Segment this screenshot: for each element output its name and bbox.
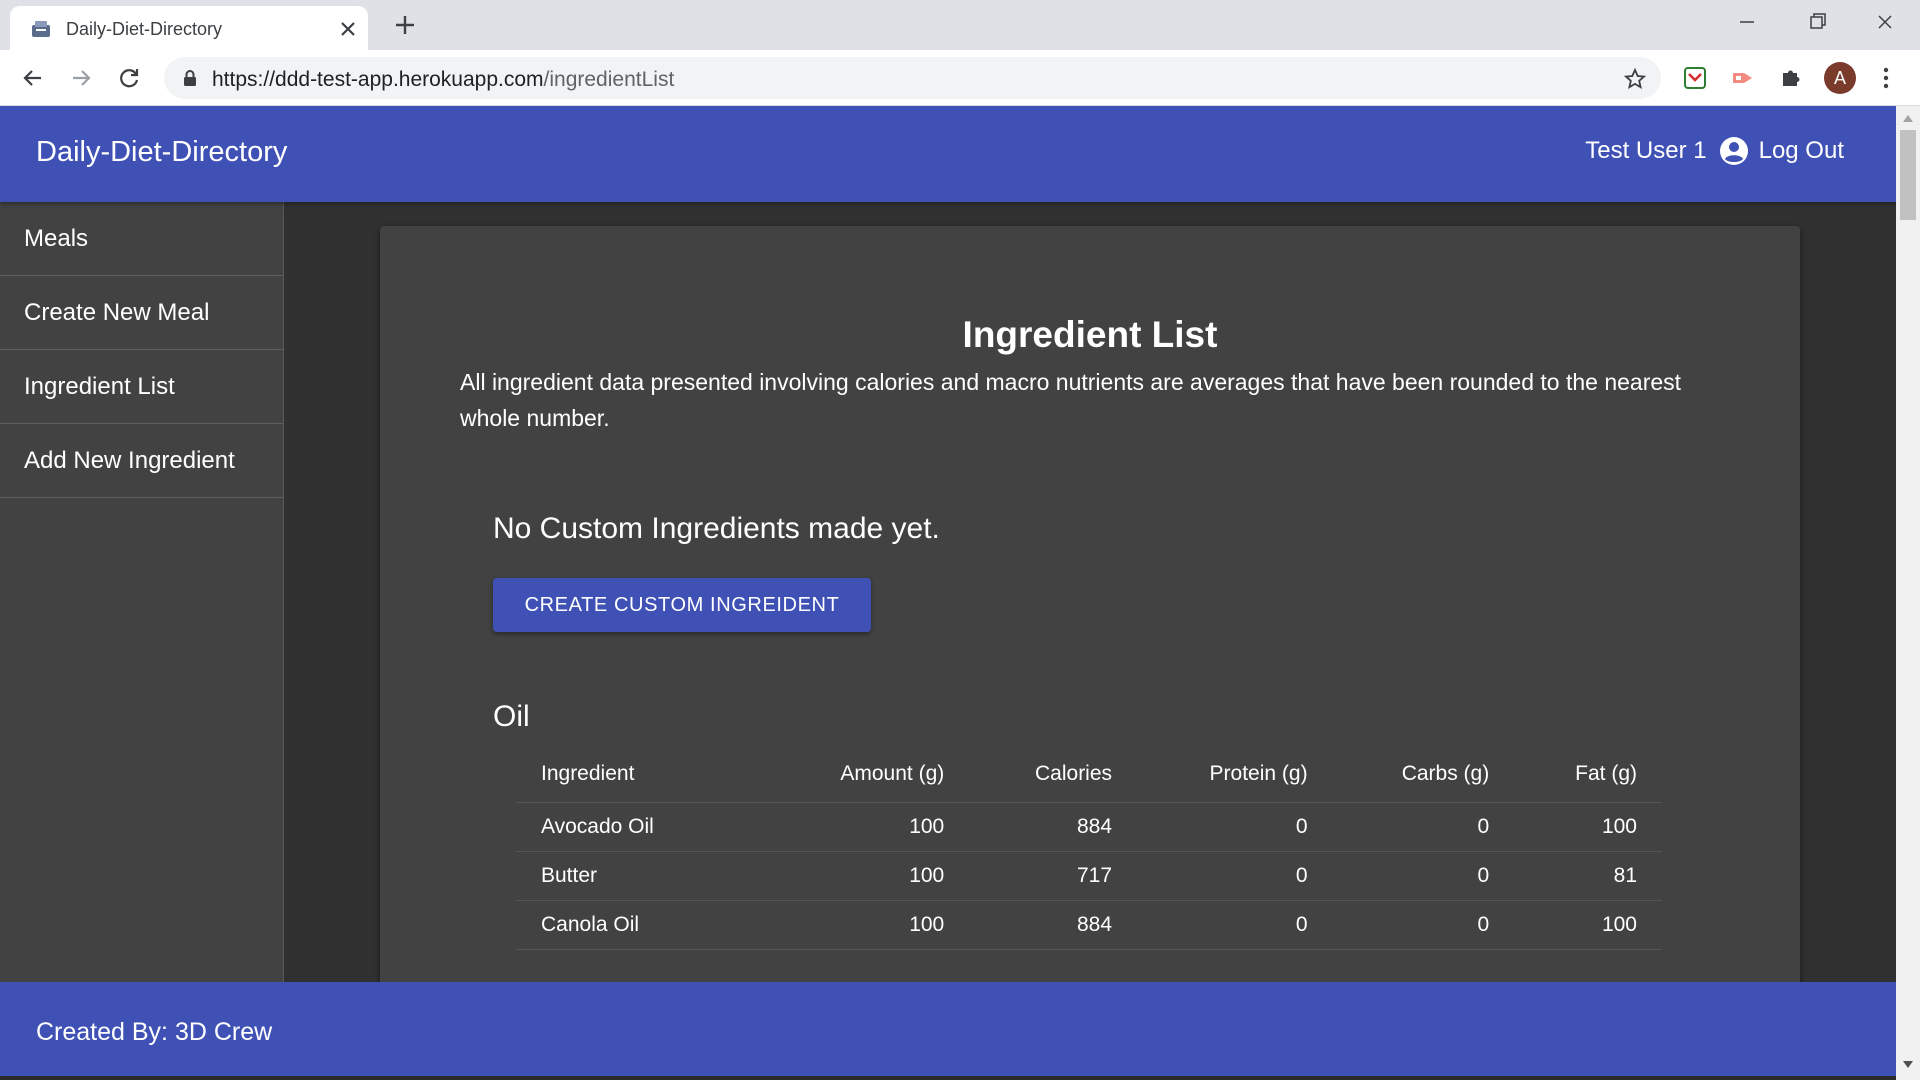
cell-protein: 0 xyxy=(1137,900,1333,950)
cell-amount: 100 xyxy=(766,851,970,901)
table-header-row: Ingredient Amount (g) Calories Protein (… xyxy=(516,746,1662,803)
page-viewport: Daily-Diet-Directory Test User 1 Log Out… xyxy=(0,106,1920,1080)
forward-arrow-icon[interactable] xyxy=(68,65,94,91)
cell-ingredient: Canola Oil xyxy=(516,900,766,950)
bookmark-star-icon[interactable] xyxy=(1623,67,1647,91)
cell-fat: 81 xyxy=(1514,851,1662,901)
extensions-puzzle-icon[interactable] xyxy=(1778,65,1804,91)
sidebar-item-ingredient-list[interactable]: Ingredient List xyxy=(0,350,283,424)
url-host: https://ddd-test-app.herokuapp.com xyxy=(212,68,544,91)
cell-calories: 884 xyxy=(969,802,1138,852)
scrollbar-thumb[interactable] xyxy=(1900,130,1916,220)
page-scrollbar[interactable] xyxy=(1896,106,1920,1080)
cell-amount: 100 xyxy=(766,802,970,852)
no-custom-ingredients-text: No Custom Ingredients made yet. xyxy=(493,512,940,545)
cell-carbs: 0 xyxy=(1332,802,1515,852)
tab-title: Daily-Diet-Directory xyxy=(66,19,223,39)
back-arrow-icon[interactable] xyxy=(20,65,46,91)
cell-calories: 884 xyxy=(969,900,1138,950)
cell-amount: 100 xyxy=(766,900,970,950)
sidebar-item-meals[interactable]: Meals xyxy=(0,202,283,276)
column-header-amount: Amount (g) xyxy=(766,746,970,803)
footer-credit: Created By: 3D Crew xyxy=(36,1018,273,1046)
browser-tab-bar: Daily-Diet-Directory xyxy=(0,0,1920,50)
table-row[interactable]: Canola Oil 100 884 0 0 100 xyxy=(516,900,1662,950)
app-favicon-icon xyxy=(32,21,50,37)
cast-extension-icon[interactable] xyxy=(1730,65,1756,91)
cell-calories: 717 xyxy=(969,851,1138,901)
table-row[interactable]: Butter 100 717 0 0 81 xyxy=(516,851,1662,901)
scroll-up-arrow-icon[interactable] xyxy=(1903,114,1913,122)
browser-tab[interactable]: Daily-Diet-Directory xyxy=(10,6,368,50)
cell-ingredient: Butter xyxy=(516,851,766,901)
window-close-icon[interactable] xyxy=(1868,8,1902,36)
cell-carbs: 0 xyxy=(1332,851,1515,901)
cell-ingredient: Avocado Oil xyxy=(516,802,766,852)
ingredient-list-card: Ingredient List All ingredient data pres… xyxy=(380,226,1800,1080)
cell-fat: 100 xyxy=(1514,900,1662,950)
reload-icon[interactable] xyxy=(116,65,142,91)
browser-toolbar: https://ddd-test-app.herokuapp.com/ingre… xyxy=(0,50,1920,106)
create-custom-ingredient-button[interactable]: CREATE CUSTOM INGREIDENT xyxy=(493,578,871,632)
user-name: Test User 1 xyxy=(1585,137,1707,164)
browser-menu-icon[interactable] xyxy=(1876,65,1896,91)
logout-link[interactable]: Log Out xyxy=(1759,137,1844,165)
column-header-fat: Fat (g) xyxy=(1514,746,1662,803)
account-circle-icon[interactable] xyxy=(1719,136,1749,166)
new-tab-icon[interactable] xyxy=(392,12,418,38)
app-footer: Created By: 3D Crew xyxy=(0,982,1896,1080)
pocket-extension-icon[interactable] xyxy=(1682,65,1708,91)
profile-avatar[interactable]: A xyxy=(1824,62,1856,94)
user-area: Test User 1 Log Out xyxy=(1585,136,1844,166)
page-title: Ingredient List xyxy=(962,314,1218,355)
lock-icon xyxy=(184,70,196,86)
sidebar-item-add-new-ingredient[interactable]: Add New Ingredient xyxy=(0,424,283,498)
url-text: https://ddd-test-app.herokuapp.com/ingre… xyxy=(212,68,674,92)
page-description: All ingredient data presented involving … xyxy=(460,369,1682,431)
section-title-oil: Oil xyxy=(493,700,530,733)
cell-fat: 100 xyxy=(1514,802,1662,852)
cell-protein: 0 xyxy=(1137,851,1333,901)
cell-protein: 0 xyxy=(1137,802,1333,852)
app-header: Daily-Diet-Directory Test User 1 Log Out xyxy=(0,106,1896,202)
window-bottom-edge xyxy=(0,1076,1896,1080)
close-tab-icon[interactable] xyxy=(336,17,360,41)
address-bar[interactable]: https://ddd-test-app.herokuapp.com/ingre… xyxy=(164,57,1661,99)
minimize-icon[interactable] xyxy=(1730,8,1764,36)
column-header-protein: Protein (g) xyxy=(1137,746,1333,803)
table-row[interactable]: Avocado Oil 100 884 0 0 100 xyxy=(516,802,1662,852)
cell-carbs: 0 xyxy=(1332,900,1515,950)
scroll-down-arrow-icon[interactable] xyxy=(1903,1061,1913,1069)
ingredient-table: Ingredient Amount (g) Calories Protein (… xyxy=(516,746,1662,950)
column-header-ingredient: Ingredient xyxy=(516,746,766,803)
app-title[interactable]: Daily-Diet-Directory xyxy=(36,136,287,169)
sidebar: Meals Create New Meal Ingredient List Ad… xyxy=(0,202,284,1080)
column-header-calories: Calories xyxy=(969,746,1138,803)
restore-icon[interactable] xyxy=(1800,8,1834,36)
column-header-carbs: Carbs (g) xyxy=(1332,746,1515,803)
sidebar-item-create-new-meal[interactable]: Create New Meal xyxy=(0,276,283,350)
url-path: /ingredientList xyxy=(543,68,675,91)
